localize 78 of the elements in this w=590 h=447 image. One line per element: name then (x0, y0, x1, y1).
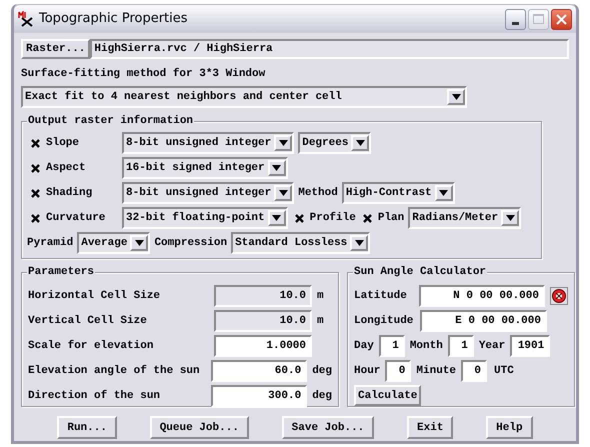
dropdown[interactable]: 8-bit unsigned integer (122, 182, 294, 204)
unit-label: m (317, 289, 324, 303)
field-label: Minute (416, 364, 456, 378)
field-label: Day (354, 339, 374, 353)
checkbox-label: Aspect (46, 161, 86, 175)
checkbox-label: Profile (310, 211, 356, 225)
field-label: Pyramid (27, 236, 74, 250)
close-icon[interactable] (551, 8, 572, 30)
input-field[interactable]: 0 (461, 360, 488, 382)
checkbox-label: Slope (46, 136, 80, 150)
method-label: Surface-fitting method for 3*3 Window (21, 67, 266, 81)
dialog-button[interactable]: Queue Job... (150, 416, 249, 439)
input-field[interactable]: E 0 00 00.000 (420, 310, 547, 332)
field-label: Hour (354, 364, 380, 378)
caret-icon[interactable] (350, 235, 368, 251)
caret-icon[interactable] (274, 135, 292, 151)
checkbox-label: Shading (46, 186, 92, 200)
field-label: Elevation angle of the sun (28, 364, 201, 378)
dialog-button[interactable]: Exit (407, 416, 454, 439)
checkbox[interactable] (30, 138, 41, 148)
caret-icon[interactable] (501, 210, 520, 226)
file-field[interactable]: HighSierra.rvc / HighSierra (90, 39, 569, 59)
dropdown[interactable]: 32-bit floating-point (122, 207, 288, 229)
caret-icon[interactable] (130, 235, 148, 251)
checkbox[interactable] (30, 212, 41, 224)
dropdown[interactable]: 16-bit signed integer (122, 157, 288, 179)
field-label: Horizontal Cell Size (28, 289, 162, 303)
caret-icon[interactable] (434, 185, 453, 201)
group-title: Sun Angle Calculator (353, 265, 488, 279)
timezone-label: UTC (494, 364, 514, 378)
checkbox[interactable] (30, 162, 41, 174)
group-title: Output raster information (27, 114, 194, 128)
checkbox[interactable] (362, 212, 373, 224)
unit-label: m (317, 314, 324, 328)
raster-button[interactable]: Raster... (21, 39, 90, 59)
app-icon (18, 11, 34, 27)
field-label: Longitude (354, 314, 414, 328)
checkbox-label: Plan (378, 211, 404, 225)
caret-icon[interactable] (351, 135, 370, 151)
checkbox[interactable] (30, 188, 41, 198)
dropdown[interactable]: 8-bit unsigned integer (122, 132, 294, 154)
dropdown[interactable]: High-Contrast (342, 182, 455, 204)
input-field[interactable]: 300.0 (210, 385, 308, 407)
field-label: Month (410, 339, 443, 353)
dialog-button[interactable]: Help (486, 416, 533, 439)
calculate-button[interactable]: Calculate (354, 385, 422, 406)
globe-button[interactable] (550, 287, 568, 305)
input-field[interactable]: 1.0000 (214, 335, 312, 357)
field-label: Year (478, 339, 506, 353)
dropdown[interactable]: Standard Lossless (231, 232, 370, 254)
input-field[interactable]: 60.0 (210, 360, 308, 382)
field-label: Method (298, 186, 338, 200)
input-field[interactable]: 1 (378, 335, 405, 357)
dropdown[interactable]: Exact fit to 4 nearest neighbors and center cell (21, 86, 467, 108)
field-label: Compression (154, 236, 228, 250)
unit-label: deg (312, 389, 332, 403)
caret-icon[interactable] (268, 160, 286, 176)
input-field[interactable]: 0 (385, 360, 412, 382)
input-field[interactable]: N 0 00 00.000 (419, 285, 545, 307)
caret-icon[interactable] (268, 210, 286, 226)
dropdown[interactable]: Degrees (298, 132, 372, 154)
checkbox[interactable] (294, 212, 305, 224)
field-label: Latitude (354, 289, 408, 303)
unit-label: deg (312, 364, 332, 378)
dialog-button[interactable]: Save Job... (282, 416, 374, 439)
checkbox-label: Curvature (46, 211, 106, 225)
caret-icon[interactable] (274, 185, 292, 201)
caret-icon[interactable] (447, 89, 465, 105)
field-label: Direction of the sun (28, 389, 162, 403)
window-title: Topographic Properties (39, 10, 189, 28)
input-field[interactable]: 1901 (510, 335, 550, 357)
dialog-button[interactable]: Run... (57, 416, 117, 439)
field-label: Vertical Cell Size (28, 314, 148, 328)
minimize-icon[interactable] (505, 8, 526, 30)
dropdown[interactable]: Average (77, 232, 150, 254)
field-label: Scale for elevation (28, 339, 154, 353)
input-field[interactable]: 1 (448, 335, 474, 357)
dropdown[interactable]: Radians/Meter (408, 207, 522, 229)
